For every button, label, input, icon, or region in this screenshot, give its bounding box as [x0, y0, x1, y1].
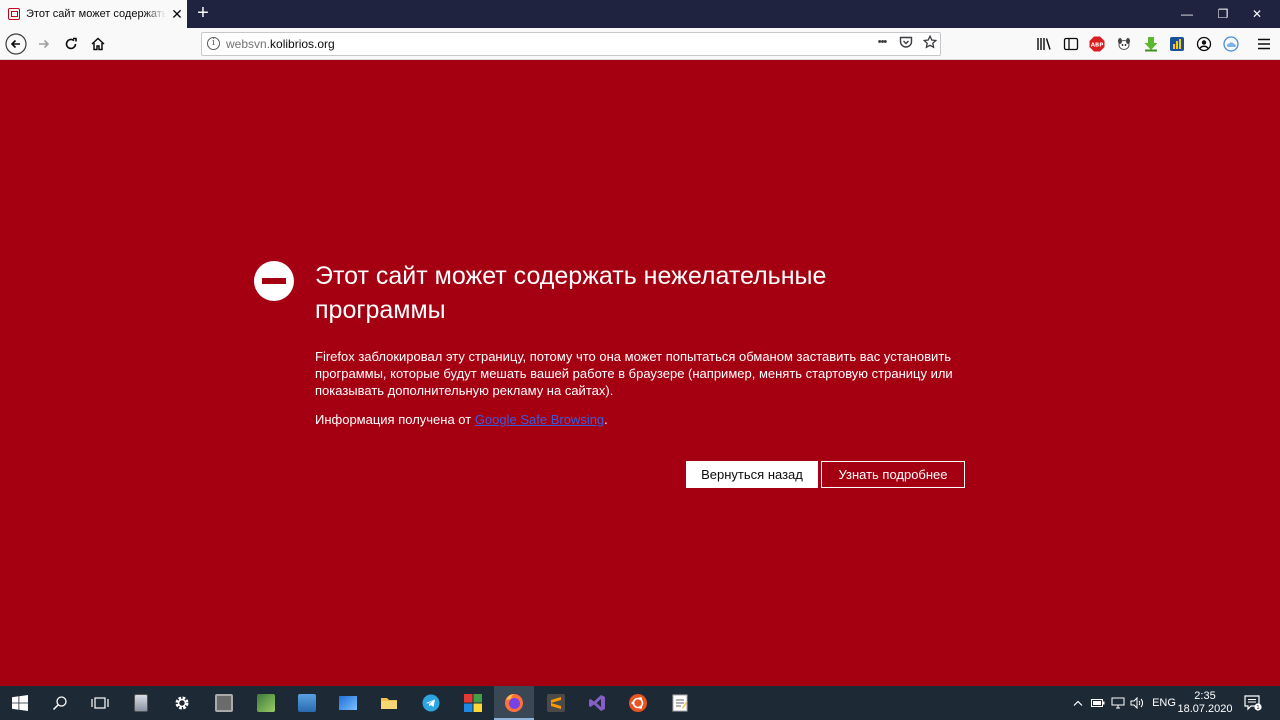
firefox-icon: [505, 694, 523, 712]
google-safe-browsing-link[interactable]: Google Safe Browsing: [475, 412, 604, 427]
url-text[interactable]: websvn.kolibrios.org: [226, 37, 335, 51]
tab-strip: Этот сайт может содержать нежелательные …: [0, 0, 1280, 28]
account-icon[interactable]: [1196, 36, 1212, 52]
task-view-icon: [91, 697, 109, 709]
back-button[interactable]: [3, 32, 29, 56]
clock-date: 18.07.2020: [1177, 703, 1233, 715]
app-icon: [339, 696, 357, 710]
clock[interactable]: 2:35 18.07.2020: [1177, 686, 1232, 720]
navigation-toolbar: i websvn.kolibrios.org ••• ABP: [0, 28, 1280, 60]
dog-extension-icon[interactable]: [1116, 36, 1132, 52]
go-back-button[interactable]: Вернуться назад: [686, 461, 818, 488]
network-tray-icon[interactable]: [1110, 686, 1126, 720]
tab-close-icon[interactable]: ✕: [170, 6, 184, 23]
taskbar-settings[interactable]: [162, 686, 202, 720]
taskbar-firefox[interactable]: [494, 686, 534, 720]
reload-icon: [65, 37, 77, 50]
volume-tray-icon[interactable]: [1129, 686, 1145, 720]
reload-button[interactable]: [58, 32, 84, 56]
taskbar-app-4[interactable]: [246, 686, 286, 720]
notepad-icon: [672, 694, 688, 712]
svg-text:1: 1: [1256, 705, 1260, 711]
tab-title: Этот сайт может содержать нежелательные …: [26, 8, 166, 20]
pocket-icon[interactable]: [896, 35, 916, 53]
adblock-plus-icon[interactable]: ABP: [1089, 36, 1105, 52]
show-hidden-icons-button[interactable]: [1070, 686, 1086, 720]
taskbar-ubuntu[interactable]: [618, 686, 658, 720]
windows-logo-icon: [12, 695, 28, 711]
close-window-button[interactable]: ✕: [1234, 0, 1280, 28]
clock-time: 2:35: [1194, 690, 1216, 702]
source-attribution: Информация получена от Google Safe Brows…: [315, 412, 608, 427]
blue-square-extension-icon[interactable]: [1169, 36, 1185, 52]
gear-icon: [175, 696, 189, 710]
taskbar-app-3[interactable]: [204, 686, 244, 720]
home-icon: [91, 37, 105, 51]
blocked-page-favicon-icon: [8, 8, 20, 20]
page-actions-icon[interactable]: •••: [872, 36, 892, 54]
windows-taskbar: ENG 2:35 18.07.2020 1: [0, 686, 1280, 720]
app-icon: [134, 694, 148, 712]
cloud-extension-icon[interactable]: [1223, 36, 1239, 52]
home-button[interactable]: [85, 32, 111, 56]
bookmark-star-icon[interactable]: [920, 34, 940, 53]
notification-icon: 1: [1244, 695, 1262, 711]
search-icon: [52, 696, 67, 711]
taskbar-telegram[interactable]: [411, 686, 451, 720]
taskbar-visual-studio[interactable]: [577, 686, 617, 720]
app-icon: [215, 694, 233, 712]
telegram-icon: [422, 694, 440, 712]
search-button[interactable]: [40, 686, 80, 720]
visual-studio-icon: [589, 695, 605, 711]
site-info-icon[interactable]: i: [207, 37, 220, 50]
app-icon: [298, 694, 316, 712]
back-arrow-icon: [5, 33, 27, 55]
ubuntu-icon: [629, 694, 647, 712]
folder-icon: [381, 698, 397, 709]
menu-icon[interactable]: [1256, 36, 1272, 52]
start-button[interactable]: [0, 686, 40, 720]
taskbar-app-tiles[interactable]: [453, 686, 493, 720]
page-title: Этот сайт может содержать нежелательные …: [315, 262, 827, 324]
library-icon[interactable]: [1036, 36, 1052, 52]
error-description: Firefox заблокировал эту страницу, потом…: [315, 349, 953, 398]
svg-text:ABP: ABP: [1091, 43, 1103, 49]
taskbar-app-1[interactable]: [121, 686, 161, 720]
battery-tray-icon[interactable]: [1090, 686, 1106, 720]
app-icon: [257, 694, 275, 712]
blocked-warning-icon: [254, 261, 294, 301]
forward-button[interactable]: [31, 32, 57, 56]
taskbar-app-6[interactable]: [328, 686, 368, 720]
address-bar[interactable]: i websvn.kolibrios.org •••: [201, 32, 941, 56]
sidebar-icon[interactable]: [1063, 36, 1079, 52]
taskbar-file-explorer[interactable]: [369, 686, 409, 720]
notification-center-button[interactable]: 1: [1240, 686, 1266, 720]
tab-active[interactable]: Этот сайт может содержать нежелательные …: [0, 0, 187, 28]
green-arrow-extension-icon[interactable]: [1143, 36, 1159, 52]
tiles-icon: [464, 694, 482, 712]
taskbar-sublime-text[interactable]: [536, 686, 576, 720]
task-view-button[interactable]: [80, 686, 120, 720]
sublime-text-icon: [547, 694, 565, 712]
chevron-up-icon: [1073, 700, 1083, 706]
language-indicator[interactable]: ENG: [1150, 686, 1178, 720]
new-tab-button[interactable]: +: [192, 3, 214, 25]
learn-more-button[interactable]: Узнать подробнее: [821, 461, 965, 488]
taskbar-app-5[interactable]: [287, 686, 327, 720]
forward-arrow-icon: [39, 39, 50, 49]
taskbar-notepad[interactable]: [660, 686, 700, 720]
